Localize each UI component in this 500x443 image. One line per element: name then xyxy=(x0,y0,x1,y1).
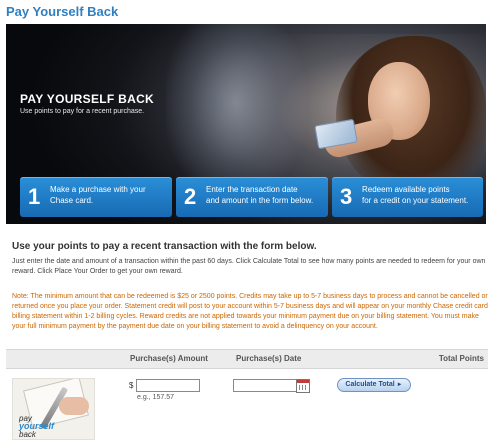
step-text: Redeem available points for a credit on … xyxy=(362,184,468,206)
calendar-icon[interactable] xyxy=(296,379,310,393)
purchase-date-input[interactable] xyxy=(233,379,297,392)
note-text: Note: The minimum amount that can be red… xyxy=(12,293,488,330)
table-header: Purchase(s) Amount Purchase(s) Date Tota… xyxy=(6,349,488,369)
hero-subtitle: Use points to pay for a recent purchase. xyxy=(20,108,145,115)
step-text: Make a purchase with your Chase card. xyxy=(50,184,146,206)
step-text-line: Chase card. xyxy=(50,196,94,205)
header-total-points: Total Points xyxy=(438,354,484,363)
step-number: 2 xyxy=(184,184,197,209)
intro-text: Just enter the date and amount of a tran… xyxy=(12,258,486,275)
pay-yourself-back-thumbnail: pay yourself back xyxy=(12,378,95,440)
step-number: 1 xyxy=(28,184,41,209)
amount-example-hint: e.g., 157.57 xyxy=(137,394,174,401)
step-text-line: for a credit on your statement. xyxy=(362,196,469,205)
header-purchase-amount: Purchase(s) Amount xyxy=(130,354,208,363)
step-2: 2 Enter the transaction date and amount … xyxy=(176,177,328,217)
thumbnail-hand xyxy=(59,397,89,415)
header-purchase-date: Purchase(s) Date xyxy=(236,354,302,363)
purchase-amount-input[interactable] xyxy=(136,379,200,392)
step-1: 1 Make a purchase with your Chase card. xyxy=(20,177,172,217)
step-text-line: Redeem available points xyxy=(362,185,450,194)
step-text-line: and amount in the form below. xyxy=(206,196,314,205)
hero-title: PAY YOURSELF BACK xyxy=(20,92,155,106)
step-3: 3 Redeem available points for a credit o… xyxy=(332,177,483,217)
section-heading: Use your points to pay a recent transact… xyxy=(12,241,317,252)
hero-banner: PAY YOURSELF BACK Use points to pay for … xyxy=(6,24,486,224)
step-text-line: Make a purchase with your xyxy=(50,185,146,194)
currency-symbol: $ xyxy=(129,381,134,390)
step-number: 3 xyxy=(340,184,353,209)
steps-bar: 1 Make a purchase with your Chase card. … xyxy=(20,177,483,217)
arrow-right-icon: ► xyxy=(396,382,403,388)
calculate-total-label: Calculate Total xyxy=(345,381,395,388)
page-title: Pay Yourself Back xyxy=(6,4,119,19)
calculate-total-button[interactable]: Calculate Total ► xyxy=(337,378,411,392)
step-text: Enter the transaction date and amount in… xyxy=(206,184,313,206)
step-text-line: Enter the transaction date xyxy=(206,185,298,194)
thumbnail-text: back xyxy=(19,430,36,439)
